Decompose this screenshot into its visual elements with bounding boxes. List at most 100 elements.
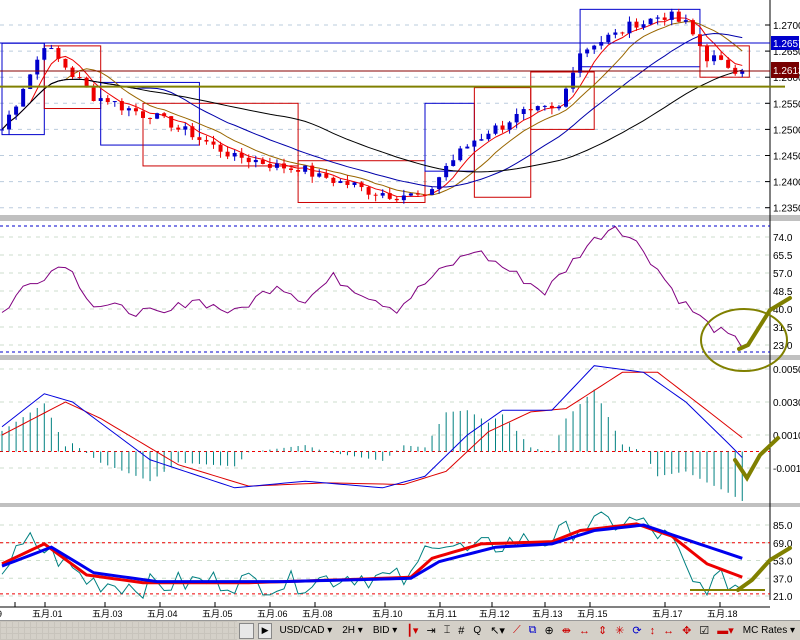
time-axis-label: 五月.03 [92,609,123,619]
candle-body [437,177,442,190]
object-icon[interactable]: ⧉ [529,624,537,637]
price-marker-blue-label: 1.2657 [773,39,800,50]
time-axis-label: 五月.10 [372,609,403,619]
candle-body [486,133,491,140]
macd-tick-label: 0.0030 [773,398,800,409]
price-tick-label: 1.2350 [773,204,800,215]
candle-body [549,105,554,109]
panel-divider [0,355,800,360]
crosshair-icon[interactable]: ⌶ [444,624,451,637]
time-axis-label: 五月.05 [202,609,233,619]
candle-body [317,173,322,177]
candle-body [282,163,286,169]
rsi-tick-label: 57.0 [773,269,793,280]
candle-body [91,87,96,101]
price-marker-red-label: 1.2613 [773,66,800,77]
panel-divider [0,503,800,507]
scroll-box[interactable] [239,622,254,639]
candle-body [683,20,688,22]
candle-body [260,159,265,164]
candle-body [77,77,82,79]
candle-body [197,137,202,140]
rsi-tick-label: 74.0 [773,233,793,244]
candle-body [274,163,279,168]
candle-body [49,48,54,50]
candle-body [444,165,449,178]
time-axis-label: 五月.06 [257,609,288,619]
candle-body [507,122,512,130]
compress-h-icon[interactable]: ⇼ [562,624,571,637]
candle-body [514,113,519,123]
candle-body [105,98,110,103]
candle-body [204,139,209,142]
zoom-icon[interactable]: ⊕ [545,624,554,637]
candle-body [401,195,406,201]
feed-select[interactable]: MC Rates ▾ [738,625,800,636]
compress-v-icon[interactable]: ⇕ [598,624,607,637]
candle-body [423,194,427,196]
cursor-icon[interactable]: ↖▾ [490,624,505,637]
candle-body [493,125,498,134]
price-tick-label: 1.2450 [773,152,800,163]
candle-body [662,17,667,20]
candle-body [705,46,709,62]
candle-body [218,144,223,152]
candle-body [521,109,526,114]
trading-chart: 1.27001.26501.26001.25501.25001.24501.24… [0,0,800,640]
grid-icon[interactable]: # [458,625,464,637]
center-icon[interactable]: ✳ [615,624,624,637]
refresh-icon[interactable]: ⟳ [632,624,641,637]
candle-body [155,113,160,119]
candle-body [627,21,632,34]
candle-body [310,165,315,177]
candle-body [500,125,505,130]
chart-canvas[interactable]: 1.27001.26501.26001.25501.25001.24501.24… [0,0,800,620]
candle-body [578,53,583,73]
candle-body [556,106,561,109]
candle-body [7,114,12,130]
candle-body [465,146,470,149]
time-axis-label: 29 [0,609,2,619]
rsi-tick-label: 65.5 [773,251,793,262]
scale-v-icon[interactable]: ↕ [650,625,656,637]
rsi-tick-label: 23.0 [773,341,793,352]
play-icon[interactable]: ▶ [257,622,273,639]
time-axis-label: 五月.15 [577,609,608,619]
period-select[interactable]: 2H ▾ [337,625,368,636]
symbol-select[interactable]: USD/CAD ▾ [274,625,337,636]
scale-all-icon[interactable]: ✥ [682,624,691,637]
candle-body [289,168,294,170]
candle-body [585,49,590,54]
candle-body [42,48,47,60]
candle-body [148,117,153,119]
template-icon[interactable]: ☑ [699,624,709,637]
candle-body [133,108,138,112]
candle-body [472,140,477,147]
candle-body [458,148,463,161]
candle-body [690,20,695,35]
scale-h-icon[interactable]: ↔ [663,625,674,637]
candle-body [112,101,117,103]
color-icon[interactable]: ▬▾ [717,624,734,637]
expand-h-icon[interactable]: ↔ [579,625,590,637]
candle-body [70,67,75,78]
candle-body [338,181,343,183]
time-axis-label: 五月.13 [532,609,563,619]
trendline-icon[interactable]: ⟋ [513,624,521,637]
candle-body [479,139,484,141]
candle-body [620,32,625,34]
candle-body [613,32,618,35]
candle-body [373,194,378,196]
candle-body [352,182,357,185]
candle-body [345,181,350,185]
time-axis-label: 五月.04 [147,609,178,619]
candle-type-icon[interactable]: ┃▾ [406,624,418,637]
macd-tick-label: 0.0050 [773,365,800,376]
quote-button[interactable]: Q [468,625,486,636]
time-axis-label: 五月.17 [652,609,683,619]
candle-body [415,193,420,195]
panel-1-bg [0,222,770,355]
snap-icon[interactable]: ⇥ [426,624,435,637]
side-select[interactable]: BID ▾ [368,625,402,636]
candle-body [564,88,568,107]
